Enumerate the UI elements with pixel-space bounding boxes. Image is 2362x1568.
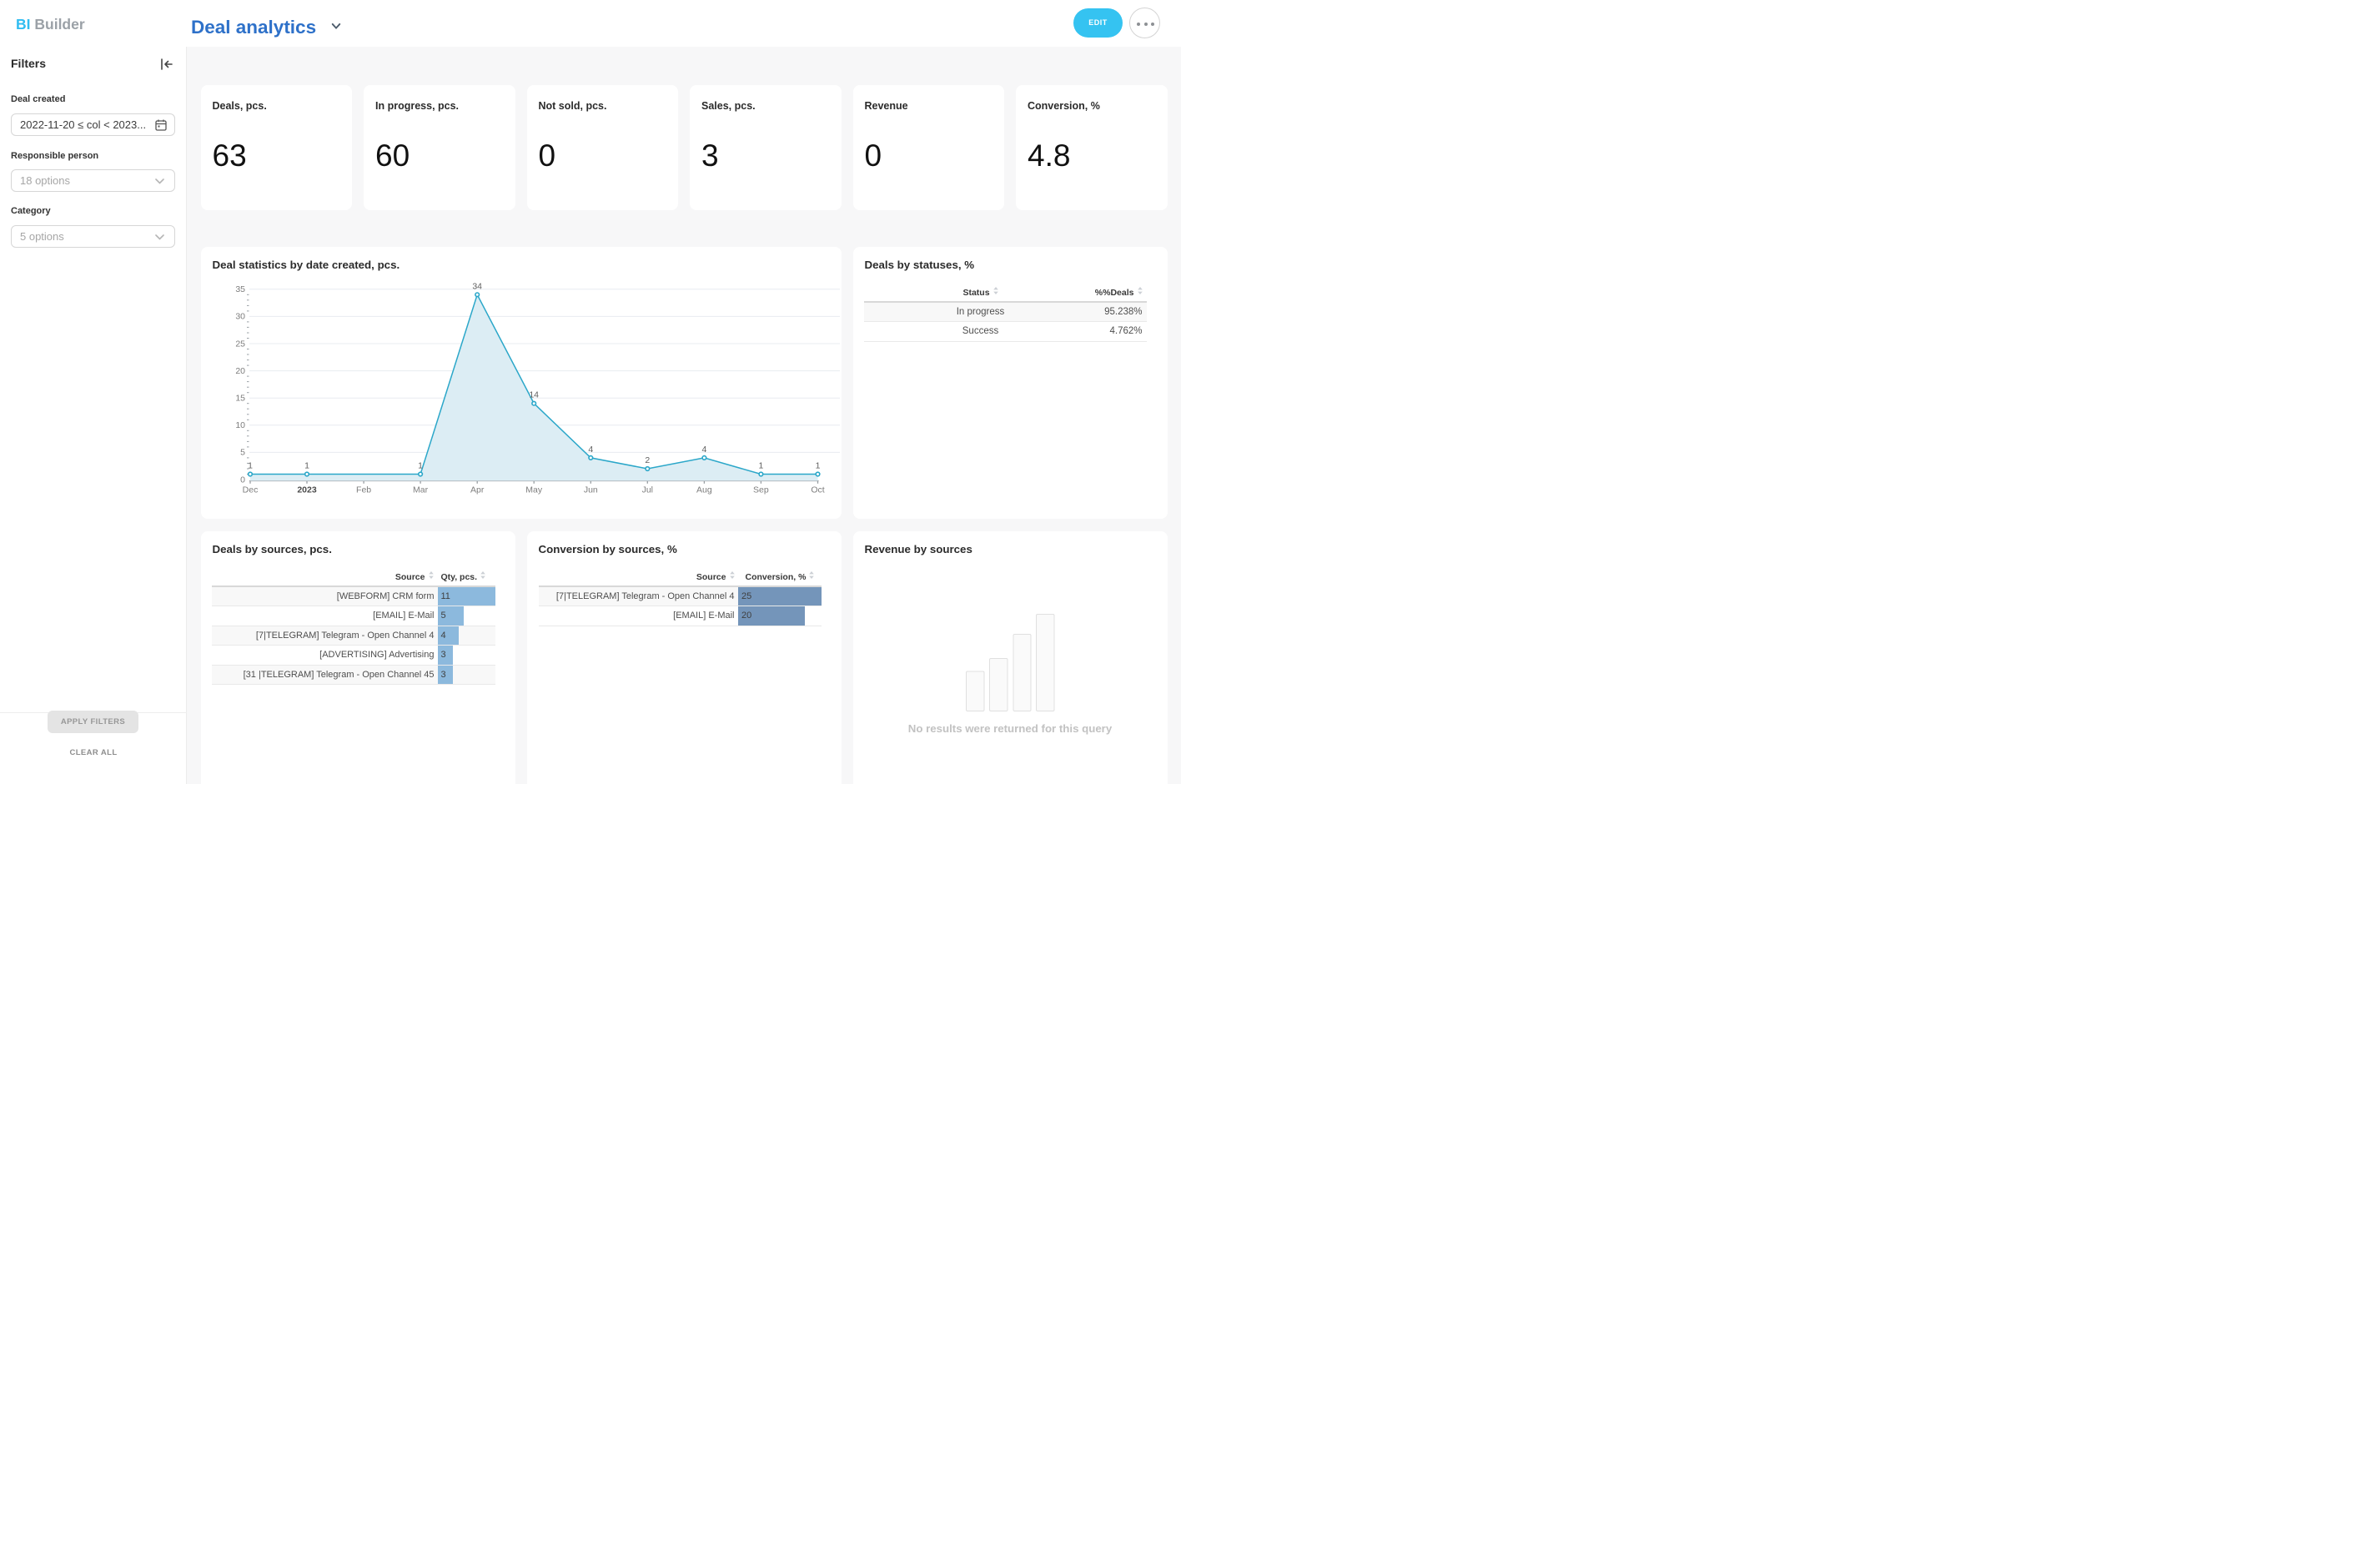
svg-text:4: 4 — [588, 444, 593, 454]
svg-text:0: 0 — [240, 475, 245, 485]
svg-text:10: 10 — [235, 420, 245, 430]
svg-text:35: 35 — [235, 284, 245, 294]
svg-text:15: 15 — [235, 393, 245, 403]
svg-text:Dec: Dec — [242, 485, 258, 495]
svg-text:Mar: Mar — [413, 485, 429, 495]
svg-text:Sep: Sep — [753, 485, 769, 495]
svg-text:Aug: Aug — [696, 485, 712, 495]
svg-text:2023: 2023 — [297, 485, 317, 495]
svg-text:25: 25 — [235, 339, 245, 349]
svg-text:Jun: Jun — [583, 485, 597, 495]
svg-text:1: 1 — [418, 460, 423, 470]
svg-text:20: 20 — [235, 365, 245, 375]
svg-text:1: 1 — [304, 460, 309, 470]
svg-text:May: May — [525, 485, 543, 495]
svg-text:1: 1 — [248, 460, 253, 470]
svg-text:Apr: Apr — [470, 485, 485, 495]
svg-text:1: 1 — [758, 460, 763, 470]
svg-text:1: 1 — [815, 460, 820, 470]
svg-text:Feb: Feb — [356, 485, 371, 495]
svg-text:5: 5 — [240, 447, 245, 457]
svg-text:14: 14 — [529, 389, 539, 400]
svg-text:Jul: Jul — [641, 485, 652, 495]
svg-text:Oct: Oct — [811, 485, 824, 495]
svg-text:34: 34 — [472, 281, 482, 291]
svg-text:2: 2 — [645, 455, 650, 465]
svg-text:30: 30 — [235, 311, 245, 321]
svg-text:4: 4 — [701, 444, 706, 454]
